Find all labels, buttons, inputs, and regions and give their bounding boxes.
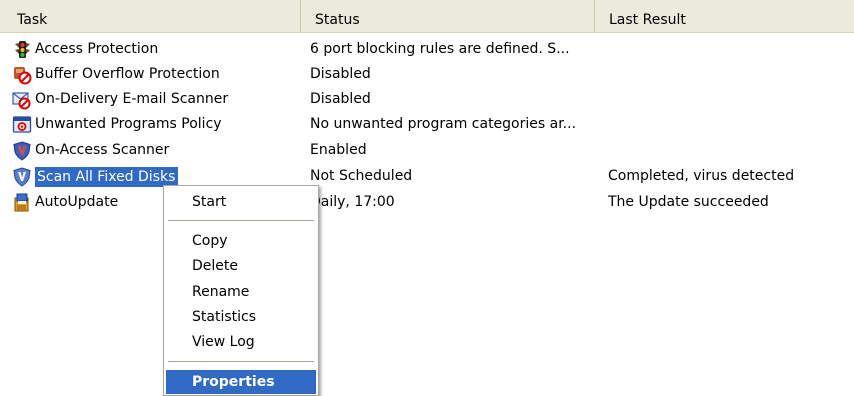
task-name: Access Protection — [35, 41, 159, 57]
shield-icon — [12, 166, 32, 187]
task-cell: On-Delivery E-mail Scanner — [12, 87, 228, 112]
task-cell: AutoUpdate — [12, 190, 118, 215]
task-name: Buffer Overflow Protection — [35, 66, 220, 82]
menu-separator — [168, 361, 314, 362]
table-row[interactable]: Buffer Overflow Protection Disabled — [0, 62, 854, 87]
status-cell: Disabled — [310, 91, 371, 107]
table-row[interactable]: On-Delivery E-mail Scanner Disabled — [0, 87, 854, 112]
last-result-cell: Completed, virus detected — [608, 168, 795, 184]
status-cell: Daily, 17:00 — [310, 194, 395, 210]
buffer-overflow-icon — [12, 65, 32, 85]
unwanted-programs-icon — [12, 115, 32, 135]
task-name: AutoUpdate — [35, 194, 119, 210]
menu-item-start[interactable]: Start — [166, 190, 316, 214]
menu-item-properties[interactable]: Properties — [166, 370, 316, 394]
task-cell: Scan All Fixed Disks — [12, 164, 179, 189]
status-cell: Not Scheduled — [310, 168, 413, 184]
table-row-selected[interactable]: Scan All Fixed Disks Not Scheduled Compl… — [0, 164, 854, 189]
context-menu: Start Copy Delete Rename Statistics View… — [163, 185, 319, 396]
task-name: On-Access Scanner — [35, 142, 170, 158]
table-row[interactable]: On-Access Scanner Enabled — [0, 138, 854, 163]
table-row[interactable]: Access Protection 6 port blocking rules … — [0, 37, 854, 62]
menu-item-rename[interactable]: Rename — [166, 280, 316, 304]
menu-item-statistics[interactable]: Statistics — [166, 305, 316, 329]
column-header-task[interactable]: Task — [8, 0, 301, 32]
task-name: On-Delivery E-mail Scanner — [35, 91, 229, 107]
task-name: Scan All Fixed Disks — [35, 166, 179, 187]
task-cell: Access Protection — [12, 37, 158, 62]
column-header: Task Status Last Result — [0, 0, 854, 33]
menu-item-delete[interactable]: Delete — [166, 254, 316, 278]
column-header-last-result[interactable]: Last Result — [595, 0, 854, 32]
table-row[interactable]: AutoUpdate Daily, 17:00 The Update succe… — [0, 190, 854, 215]
table-row[interactable]: Unwanted Programs Policy No unwanted pro… — [0, 112, 854, 137]
task-cell: On-Access Scanner — [12, 138, 169, 163]
task-cell: Unwanted Programs Policy — [12, 112, 222, 137]
menu-item-copy[interactable]: Copy — [166, 229, 316, 253]
column-header-status[interactable]: Status — [301, 0, 595, 32]
task-cell: Buffer Overflow Protection — [12, 62, 220, 87]
menu-item-view-log[interactable]: View Log — [166, 330, 316, 354]
traffic-light-icon — [12, 40, 32, 60]
email-scanner-icon — [12, 90, 32, 110]
autoupdate-icon — [12, 193, 32, 213]
task-name: Unwanted Programs Policy — [35, 116, 222, 132]
shield-icon — [12, 140, 32, 161]
last-result-cell: The Update succeeded — [608, 194, 769, 210]
status-cell: Enabled — [310, 142, 367, 158]
status-cell: No unwanted program categories ar... — [310, 116, 577, 132]
status-cell: 6 port blocking rules are defined. S... — [310, 41, 570, 57]
status-cell: Disabled — [310, 66, 371, 82]
menu-separator — [168, 220, 314, 221]
